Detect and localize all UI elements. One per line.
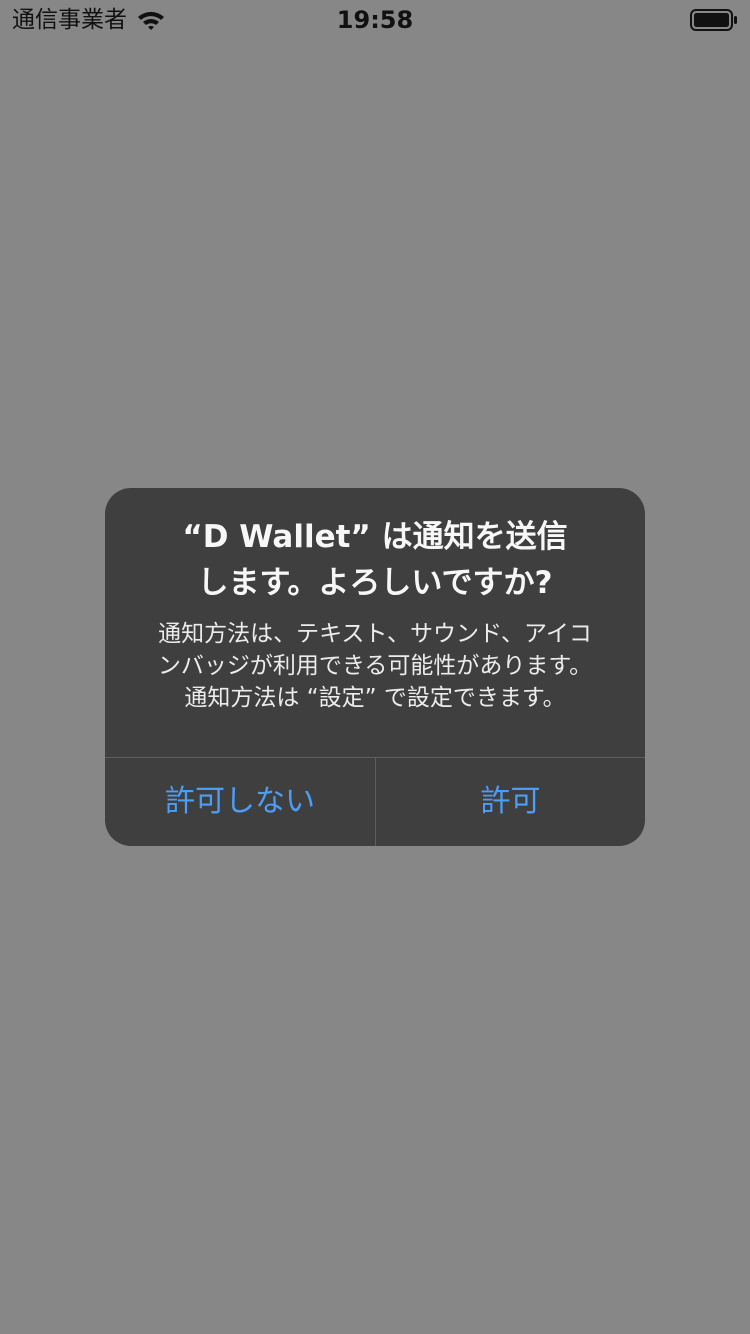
- clock: 19:58: [336, 6, 414, 34]
- allow-button[interactable]: 許可: [376, 758, 645, 846]
- notification-permission-alert: “D Wallet” は通知を送信 します。よろしいですか? 通知方法は、テキス…: [105, 488, 645, 846]
- alert-message: 通知方法は、テキスト、サウンド、アイコ ンバッジが利用できる可能性があります。 …: [157, 621, 593, 711]
- status-bar: 通信事業者 19:58: [0, 0, 750, 40]
- dont-allow-button[interactable]: 許可しない: [105, 758, 375, 846]
- battery-icon: [690, 9, 737, 31]
- alert-title: “D Wallet” は通知を送信 します。よろしいですか?: [182, 519, 568, 601]
